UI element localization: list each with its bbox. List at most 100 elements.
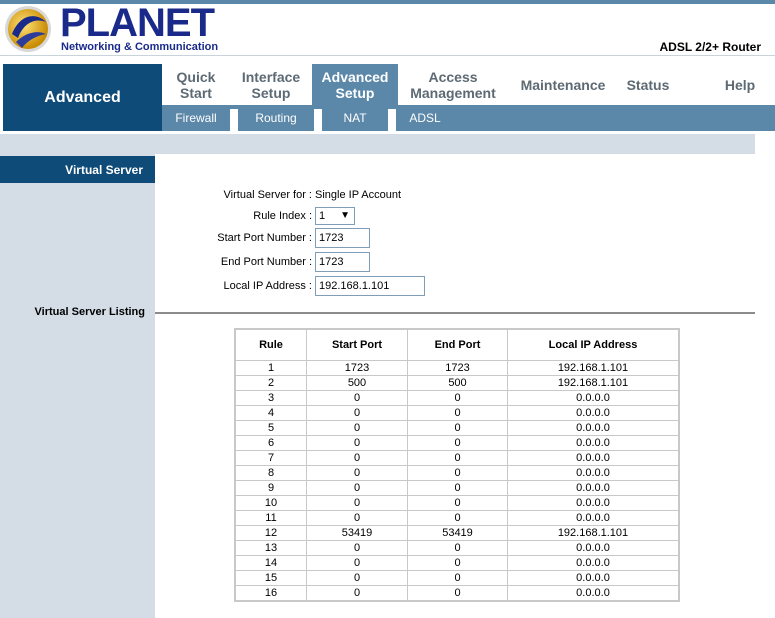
cell-start-port: 0 [306, 540, 408, 556]
submenu-routing[interactable]: Routing [238, 105, 314, 131]
table-row: 15 0 0 0.0.0.0 [234, 570, 680, 586]
local-ip-input[interactable] [315, 276, 425, 296]
cell-end-port: 0 [407, 420, 508, 436]
cell-local-ip: 0.0.0.0 [507, 465, 680, 481]
table-body: 1 1723 1723 192.168.1.101 2 500 500 192.168.1.1… [234, 360, 680, 602]
table-row: 7 0 0 0.0.0.0 [234, 450, 680, 466]
cell-start-port: 0 [306, 480, 408, 496]
table-row: 8 0 0 0.0.0.0 [234, 465, 680, 481]
cell-rule: 9 [234, 480, 307, 496]
listing-divider [155, 312, 755, 314]
submenu-adsl[interactable]: ADSL [396, 105, 454, 131]
menu-label-line1: Quick [176, 68, 216, 85]
table-row: 9 0 0 0.0.0.0 [234, 480, 680, 496]
cell-local-ip: 0.0.0.0 [507, 450, 680, 466]
table-row: 6 0 0 0.0.0.0 [234, 435, 680, 451]
main-menu: Quick Start Interface Setup Advanced Setup … [162, 64, 775, 105]
end-port-label: End Port Number : [220, 256, 312, 268]
table-row: 14 0 0 0.0.0.0 [234, 555, 680, 571]
menu-help[interactable]: Help [712, 64, 768, 105]
cell-end-port: 0 [407, 465, 508, 481]
menu-label-line1: Advanced [321, 68, 389, 85]
cell-local-ip: 192.168.1.101 [507, 525, 680, 541]
table-row: 13 0 0 0.0.0.0 [234, 540, 680, 556]
cell-end-port: 0 [407, 480, 508, 496]
cell-rule: 13 [234, 540, 307, 556]
cell-end-port: 0 [407, 390, 508, 406]
cell-end-port: 1723 [407, 360, 508, 376]
cell-start-port: 0 [306, 450, 408, 466]
col-end-port-header: End Port [407, 328, 508, 361]
rule-index-label: Rule Index : [253, 210, 312, 222]
cell-rule: 12 [234, 525, 307, 541]
menu-label: Help [724, 76, 756, 93]
end-port-row: End Port Number : [160, 252, 520, 274]
brand-name: PLANET [60, 1, 215, 45]
left-column [0, 154, 155, 618]
cell-rule: 6 [234, 435, 307, 451]
table-row: 4 0 0 0.0.0.0 [234, 405, 680, 421]
cell-local-ip: 0.0.0.0 [507, 540, 680, 556]
cell-rule: 16 [234, 585, 307, 602]
virtual-server-heading: Virtual Server [0, 156, 155, 183]
cell-rule: 10 [234, 495, 307, 511]
start-port-label: Start Port Number : [217, 232, 312, 244]
submenu-firewall[interactable]: Firewall [162, 105, 230, 131]
start-port-row: Start Port Number : [160, 228, 520, 250]
cell-local-ip: 192.168.1.101 [507, 360, 680, 376]
menu-maintenance[interactable]: Maintenance [508, 64, 618, 105]
cell-end-port: 0 [407, 570, 508, 586]
cell-start-port: 53419 [306, 525, 408, 541]
submenu-separator [230, 109, 238, 131]
cell-local-ip: 0.0.0.0 [507, 570, 680, 586]
cell-start-port: 0 [306, 510, 408, 526]
rule-index-select[interactable]: 1 ▼ [315, 207, 355, 225]
local-ip-row: Local IP Address : [160, 276, 520, 298]
cell-start-port: 0 [306, 405, 408, 421]
menu-interface-setup[interactable]: Interface Setup [230, 64, 312, 105]
cell-local-ip: 0.0.0.0 [507, 480, 680, 496]
local-ip-label: Local IP Address : [223, 280, 312, 292]
virtual-server-for-row: Virtual Server for : Single IP Account [160, 185, 520, 207]
cell-end-port: 0 [407, 585, 508, 602]
virtual-server-for-label: Virtual Server for : [223, 189, 312, 201]
rule-index-row: Rule Index : 1 ▼ [160, 206, 520, 228]
cell-rule: 3 [234, 390, 307, 406]
cell-start-port: 0 [306, 555, 408, 571]
rule-index-value: 1 [319, 210, 326, 222]
cell-start-port: 1723 [306, 360, 408, 376]
menu-status[interactable]: Status [618, 64, 678, 105]
menu-label-line2: Start [180, 84, 212, 101]
cell-local-ip: 0.0.0.0 [507, 420, 680, 436]
cell-local-ip: 0.0.0.0 [507, 405, 680, 421]
menu-label-line1: Interface [241, 68, 301, 85]
end-port-input[interactable] [315, 252, 370, 272]
menu-advanced-setup[interactable]: Advanced Setup [312, 64, 398, 105]
menu-label-line2: Setup [335, 84, 375, 101]
cell-rule: 11 [234, 510, 307, 526]
brand-tagline: Networking & Communication [61, 41, 219, 53]
cell-end-port: 0 [407, 510, 508, 526]
cell-local-ip: 0.0.0.0 [507, 555, 680, 571]
table-header-row: Rule Start Port End Port Local IP Addres… [234, 328, 680, 361]
sub-menu: Firewall Routing NAT ADSL [162, 105, 775, 131]
cell-start-port: 0 [306, 585, 408, 602]
submenu-separator [388, 109, 396, 131]
submenu-nat[interactable]: NAT [322, 105, 388, 131]
cell-local-ip: 192.168.1.101 [507, 375, 680, 391]
product-name: ADSL 2/2+ Router [659, 40, 761, 54]
cell-end-port: 0 [407, 495, 508, 511]
cell-end-port: 500 [407, 375, 508, 391]
cell-start-port: 0 [306, 420, 408, 436]
cell-end-port: 0 [407, 405, 508, 421]
menu-quick-start[interactable]: Quick Start [162, 64, 230, 105]
submenu-separator [314, 109, 322, 131]
table-row: 2 500 500 192.168.1.101 [234, 375, 680, 391]
table-row: 10 0 0 0.0.0.0 [234, 495, 680, 511]
cell-start-port: 0 [306, 435, 408, 451]
menu-access-management[interactable]: Access Management [398, 64, 508, 105]
col-local-ip-header: Local IP Address [507, 328, 680, 361]
start-port-input[interactable] [315, 228, 370, 248]
cell-rule: 8 [234, 465, 307, 481]
menu-label-line2: Setup [251, 84, 291, 101]
